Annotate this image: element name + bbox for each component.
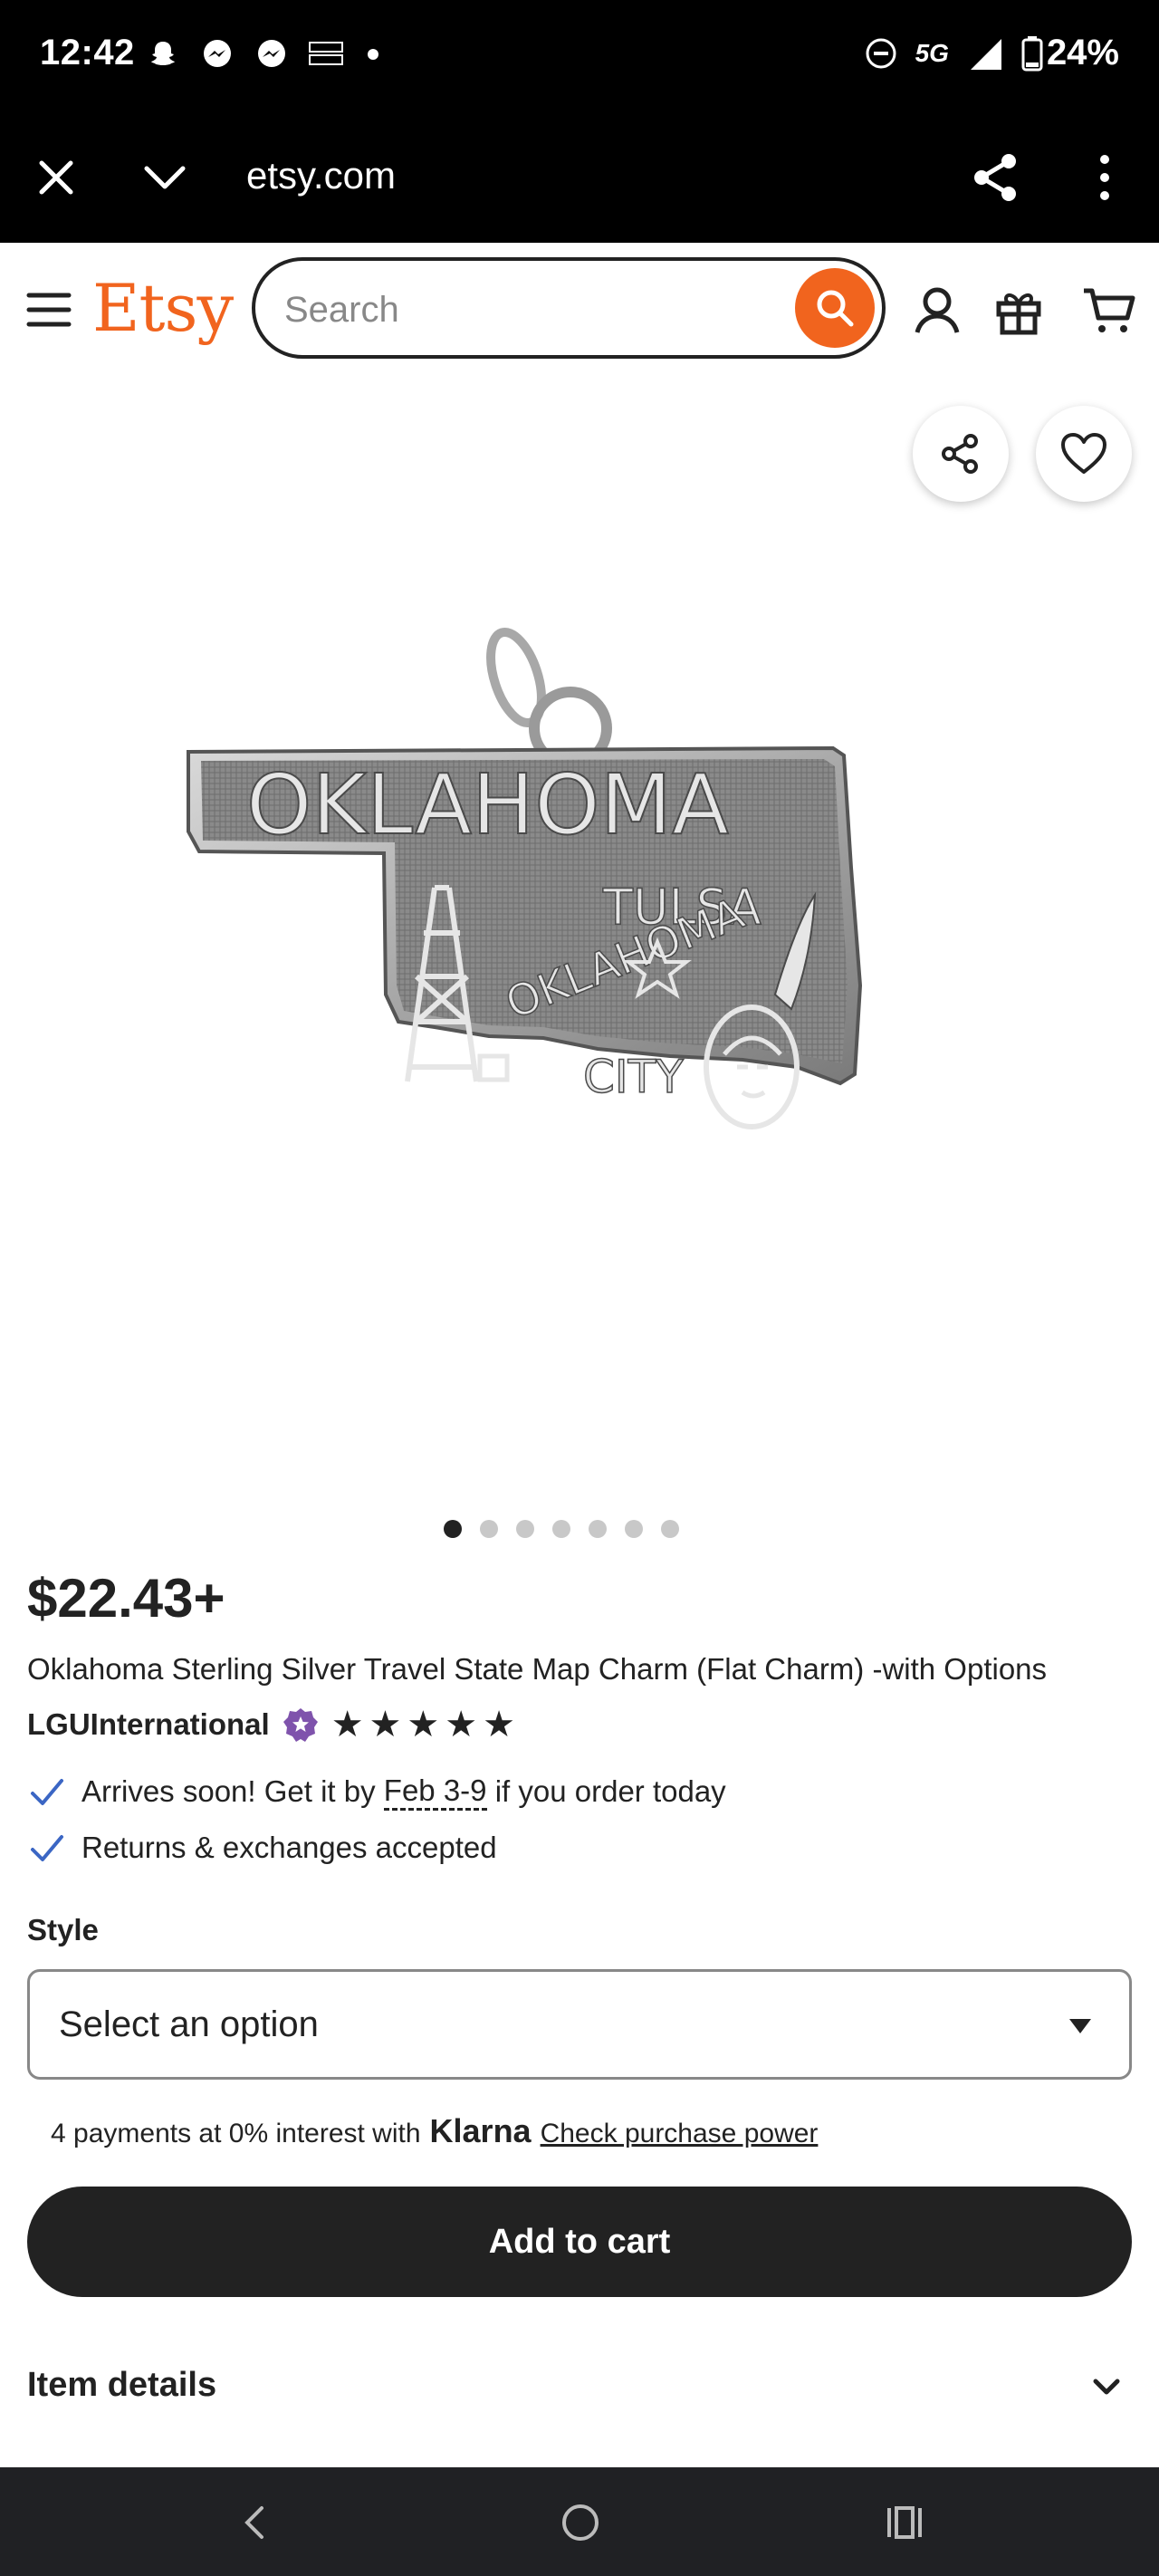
status-right: 5G 24% — [865, 33, 1119, 73]
klarna-logo: Klarna — [429, 2112, 532, 2149]
temu-icon — [308, 36, 344, 72]
shop-name-link[interactable]: LGUInternational — [27, 1707, 270, 1742]
chevron-down-icon[interactable] — [138, 152, 192, 203]
messenger-icon — [199, 36, 235, 72]
recents-icon[interactable] — [882, 2500, 927, 2545]
url-label[interactable]: etsy.com — [246, 154, 396, 197]
rating-stars[interactable]: ★ ★ ★ ★ ★ — [331, 1706, 515, 1743]
notification-icons — [145, 36, 378, 72]
charm-city-city: CITY — [583, 1051, 684, 1103]
add-to-cart-button[interactable]: Add to cart — [27, 2187, 1132, 2297]
search-icon — [817, 290, 854, 327]
gift-icon[interactable] — [991, 283, 1047, 339]
search-button[interactable] — [795, 268, 875, 348]
back-icon[interactable] — [232, 2500, 277, 2545]
carousel-dot[interactable] — [480, 1520, 498, 1538]
star-seller-badge-icon — [283, 1708, 318, 1742]
caret-down-icon — [1069, 2019, 1091, 2033]
star-icon: ★ — [407, 1705, 440, 1745]
style-select[interactable]: Select an option — [27, 1969, 1132, 2080]
heart-icon — [1061, 433, 1106, 474]
home-icon[interactable] — [558, 2500, 603, 2545]
product-image[interactable]: OKLAHOMA TULSA OKLAHOMA CITY — [163, 596, 960, 1194]
status-time: 12:42 — [40, 33, 135, 72]
menu-icon[interactable] — [25, 290, 72, 330]
snapchat-icon — [145, 36, 181, 72]
carousel-dots — [0, 1520, 1159, 1538]
etsy-logo[interactable]: Etsy — [92, 270, 234, 346]
arrival-dates-link[interactable]: Feb 3-9 — [383, 1773, 487, 1811]
more-vert-icon[interactable] — [1087, 149, 1123, 207]
more-notifications-dot — [368, 49, 378, 60]
status-bar: 12:42 5G 24% — [0, 0, 1159, 112]
messenger-icon — [254, 36, 290, 72]
arrival-row: Arrives soon! Get it by Feb 3-9 if you o… — [27, 1772, 726, 1812]
returns-text: Returns & exchanges accepted — [81, 1831, 497, 1864]
klarna-text: 4 payments at 0% interest with — [51, 2119, 421, 2148]
search-box — [252, 257, 886, 359]
browser-toolbar: etsy.com — [0, 112, 1159, 243]
carousel-dot[interactable] — [552, 1520, 570, 1538]
product-title: Oklahoma Sterling Silver Travel State Ma… — [27, 1652, 1048, 1686]
klarna-row: 4 payments at 0% interest with Klarna Ch… — [51, 2112, 818, 2150]
style-select-value: Select an option — [59, 2004, 319, 2044]
close-icon[interactable] — [31, 152, 81, 203]
check-purchase-power-link[interactable]: Check purchase power — [541, 2119, 819, 2149]
shop-row: LGUInternational ★ ★ ★ ★ ★ — [27, 1706, 515, 1743]
arrival-prefix: Arrives soon! Get it by — [81, 1774, 384, 1808]
check-icon — [31, 1835, 63, 1861]
dnd-icon — [866, 38, 896, 68]
share-button[interactable] — [913, 406, 1009, 502]
carousel-dot[interactable] — [444, 1520, 462, 1538]
arrival-suffix: if you order today — [486, 1774, 726, 1808]
style-label: Style — [27, 1913, 99, 1946]
star-icon: ★ — [445, 1705, 478, 1745]
star-icon: ★ — [483, 1705, 515, 1745]
share-icon — [942, 434, 978, 474]
product-gallery[interactable]: OKLAHOMA TULSA OKLAHOMA CITY — [0, 379, 1159, 1538]
share-icon[interactable] — [967, 149, 1025, 207]
favorite-button[interactable] — [1036, 406, 1132, 502]
check-icon — [31, 1779, 63, 1805]
item-details-label: Item details — [27, 2366, 217, 2404]
charm-state-text: OKLAHOMA — [246, 756, 729, 853]
carousel-dot[interactable] — [625, 1520, 643, 1538]
carousel-dot[interactable] — [661, 1520, 679, 1538]
system-nav-bar — [0, 2467, 1159, 2576]
account-icon[interactable] — [909, 283, 965, 339]
star-icon: ★ — [369, 1705, 402, 1745]
returns-row: Returns & exchanges accepted — [27, 1828, 497, 1868]
battery-percent: 24% — [1046, 33, 1119, 72]
item-details-toggle[interactable]: Item details — [0, 2337, 1159, 2437]
cart-icon[interactable] — [1081, 283, 1137, 339]
battery-icon — [1021, 35, 1043, 71]
chevron-down-icon — [1093, 2379, 1120, 2395]
carousel-dot[interactable] — [589, 1520, 607, 1538]
signal-icon — [970, 38, 1001, 70]
price: $22.43+ — [27, 1568, 225, 1629]
network-label: 5G — [915, 38, 949, 67]
carousel-dot[interactable] — [516, 1520, 534, 1538]
star-icon: ★ — [330, 1705, 364, 1745]
site-header: Etsy — [0, 243, 1159, 379]
search-input[interactable] — [284, 284, 773, 335]
